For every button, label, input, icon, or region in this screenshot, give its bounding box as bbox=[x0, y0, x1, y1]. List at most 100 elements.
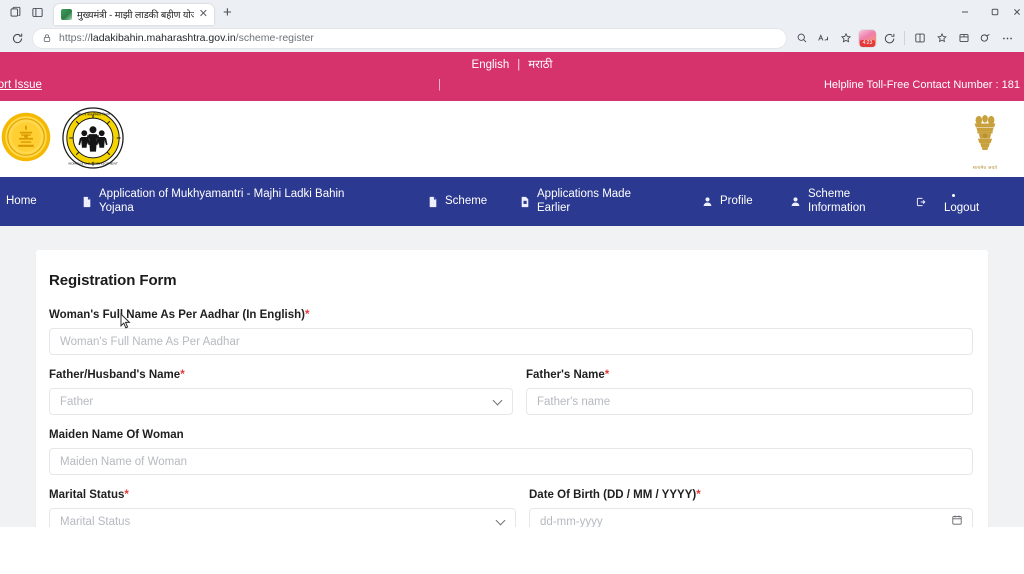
logout-icon bbox=[915, 196, 927, 208]
select-marital-status-value: Marital Status bbox=[60, 515, 131, 528]
required-asterisk: * bbox=[124, 489, 129, 501]
input-maiden-name-placeholder: Maiden Name of Woman bbox=[60, 455, 187, 468]
nav-home-label: Home bbox=[6, 194, 37, 207]
mouse-cursor bbox=[120, 312, 131, 334]
input-date-of-birth-placeholder: dd-mm-yyyy bbox=[540, 515, 603, 528]
top-utility-bar: English | मराठी eport Issue | Helpline T… bbox=[0, 52, 1024, 101]
copilot-icon[interactable] bbox=[879, 27, 900, 49]
input-full-name-placeholder: Woman's Full Name As Per Aadhar bbox=[60, 335, 240, 348]
report-issue-link[interactable]: eport Issue bbox=[0, 79, 42, 91]
maximize-button[interactable] bbox=[980, 0, 1010, 24]
nav-applications-made-earlier-label: Applications Made Earlier bbox=[537, 187, 631, 214]
browser-essentials-icon[interactable] bbox=[975, 27, 996, 49]
nav-logout[interactable]: Logout bbox=[944, 177, 979, 226]
required-asterisk: * bbox=[604, 369, 610, 381]
calendar-icon[interactable] bbox=[951, 514, 963, 527]
label-marital-status-text: Marital Status bbox=[49, 489, 125, 501]
label-fathers-name-text: Father's Name bbox=[526, 369, 605, 381]
input-date-of-birth[interactable]: dd-mm-yyyy bbox=[529, 508, 973, 527]
nav-application[interactable]: Application of Mukhyamantri - Majhi Ladk… bbox=[82, 177, 372, 226]
file-icon bbox=[82, 196, 92, 208]
field-fathers-name: Father's Name* Father's name bbox=[526, 369, 973, 415]
nav-home[interactable]: Home bbox=[0, 177, 37, 226]
logout-icon-wrap[interactable] bbox=[915, 177, 927, 226]
close-button[interactable] bbox=[1010, 0, 1024, 24]
label-date-of-birth-text: Date Of Birth (DD / MM / YYYY) bbox=[529, 489, 697, 501]
main-navigation: Home Application of Mukhyamantri - Majhi… bbox=[0, 177, 1024, 226]
file-icon bbox=[520, 196, 530, 208]
page-title: Registration Form bbox=[49, 272, 177, 289]
label-full-name: Woman's Full Name As Per Aadhar (In Engl… bbox=[49, 309, 973, 321]
nav-scheme-information-label: Scheme Information bbox=[808, 187, 866, 214]
extension-icon[interactable]: 4:23 bbox=[857, 27, 878, 49]
india-national-emblem: सत्यमेव जयते bbox=[966, 109, 1004, 171]
india-emblem-motto: सत्यमेव जयते bbox=[972, 165, 998, 170]
nav-profile[interactable]: Profile bbox=[702, 177, 753, 226]
url-host: ladakibahin.maharashtra.gov.in bbox=[90, 32, 236, 44]
field-marital-status: Marital Status* Marital Status bbox=[49, 489, 516, 527]
label-maiden-name: Maiden Name Of Woman bbox=[49, 429, 973, 441]
nav-logout-label: Logout bbox=[944, 202, 980, 214]
url-input[interactable]: https://ladakibahin.maharashtra.gov.in/s… bbox=[32, 27, 787, 49]
nav-scheme-label: Scheme bbox=[445, 194, 488, 207]
nav-scheme-information[interactable]: Scheme Information bbox=[790, 177, 905, 226]
language-marathi[interactable]: मराठी bbox=[528, 57, 552, 72]
browser-tab[interactable]: मुख्यमंत्री - माझी लाडकी बहीण योजना ✕ bbox=[54, 3, 214, 25]
label-full-name-text: Woman's Full Name As Per Aadhar (In Engl… bbox=[49, 309, 305, 321]
collections-icon[interactable] bbox=[953, 27, 974, 49]
favorite-star-icon[interactable] bbox=[835, 27, 856, 49]
browser-window: मुख्यमंत्री - माझी लाडकी बहीण योजना ✕ + bbox=[0, 0, 1024, 574]
maharashtra-state-emblem bbox=[0, 111, 52, 168]
label-fathers-name: Father's Name* bbox=[526, 369, 973, 381]
tab-strip: मुख्यमंत्री - माझी लाडकी बहीण योजना ✕ + bbox=[0, 0, 1024, 25]
browser-toolbar: 4:23 bbox=[791, 27, 1018, 49]
workspaces-icon[interactable] bbox=[4, 3, 26, 21]
label-marital-status: Marital Status* bbox=[49, 489, 516, 501]
user-icon bbox=[702, 196, 713, 207]
favorites-add-icon[interactable] bbox=[931, 27, 952, 49]
required-asterisk: * bbox=[696, 489, 701, 501]
row-marital-dob: Marital Status* Marital Status Date Of B… bbox=[49, 489, 973, 527]
url-text: https://ladakibahin.maharashtra.gov.in/s… bbox=[59, 32, 314, 44]
input-maiden-name[interactable]: Maiden Name of Woman bbox=[49, 448, 973, 475]
logo-band: महिला व बाल विकास विभाग WOMEN & CHILD DE… bbox=[0, 101, 1024, 177]
site-favicon bbox=[61, 8, 72, 20]
user-icon bbox=[790, 196, 801, 207]
nav-applications-made-earlier[interactable]: Applications Made Earlier bbox=[520, 177, 655, 226]
required-asterisk: * bbox=[180, 369, 185, 381]
minimize-button[interactable] bbox=[950, 0, 980, 24]
input-fathers-name[interactable]: Father's name bbox=[526, 388, 973, 415]
language-english[interactable]: English bbox=[472, 59, 510, 71]
language-separator: | bbox=[517, 58, 521, 71]
url-scheme: https:// bbox=[59, 32, 91, 44]
language-switcher: English | मराठी bbox=[0, 57, 1024, 72]
split-screen-icon[interactable] bbox=[909, 27, 930, 49]
read-aloud-icon[interactable] bbox=[813, 27, 834, 49]
new-tab-button[interactable]: + bbox=[223, 5, 232, 20]
registration-form-card: Registration Form Woman's Full Name As P… bbox=[36, 250, 988, 527]
utility-pipe: | bbox=[438, 79, 441, 91]
window-controls bbox=[950, 0, 1024, 24]
nav-scheme[interactable]: Scheme bbox=[428, 177, 487, 226]
tab-actions-icon[interactable] bbox=[26, 3, 48, 21]
input-full-name[interactable]: Woman's Full Name As Per Aadhar bbox=[49, 328, 973, 355]
field-date-of-birth: Date Of Birth (DD / MM / YYYY)* dd-mm-yy… bbox=[529, 489, 973, 527]
svg-text:WOMEN & CHILD DEVELOPMENT: WOMEN & CHILD DEVELOPMENT bbox=[68, 162, 118, 166]
select-marital-status[interactable]: Marital Status bbox=[49, 508, 516, 527]
tab-close-icon[interactable]: ✕ bbox=[199, 8, 208, 20]
required-asterisk: * bbox=[305, 309, 310, 321]
utility-links-row: eport Issue | Helpline Toll-Free Contact… bbox=[0, 79, 1024, 101]
page-body: Registration Form Woman's Full Name As P… bbox=[0, 226, 1024, 527]
svg-text:महिला व बाल विकास विभाग: महिला व बाल विकास विभाग bbox=[76, 113, 110, 117]
women-and-child-development-logo: महिला व बाल विकास विभाग WOMEN & CHILD DE… bbox=[62, 107, 124, 174]
nav-application-label: Application of Mukhyamantri - Majhi Ladk… bbox=[99, 187, 345, 214]
site-info-lock-icon[interactable] bbox=[42, 33, 52, 43]
settings-more-icon[interactable] bbox=[997, 27, 1018, 49]
select-father-husband[interactable]: Father bbox=[49, 388, 513, 415]
field-full-name: Woman's Full Name As Per Aadhar (In Engl… bbox=[49, 309, 973, 355]
field-father-husband: Father/Husband's Name* Father bbox=[49, 369, 513, 415]
row-father-husband: Father/Husband's Name* Father Father's N… bbox=[49, 369, 973, 429]
select-father-husband-value: Father bbox=[60, 395, 94, 408]
reload-icon[interactable] bbox=[4, 26, 30, 50]
search-icon[interactable] bbox=[791, 27, 812, 49]
